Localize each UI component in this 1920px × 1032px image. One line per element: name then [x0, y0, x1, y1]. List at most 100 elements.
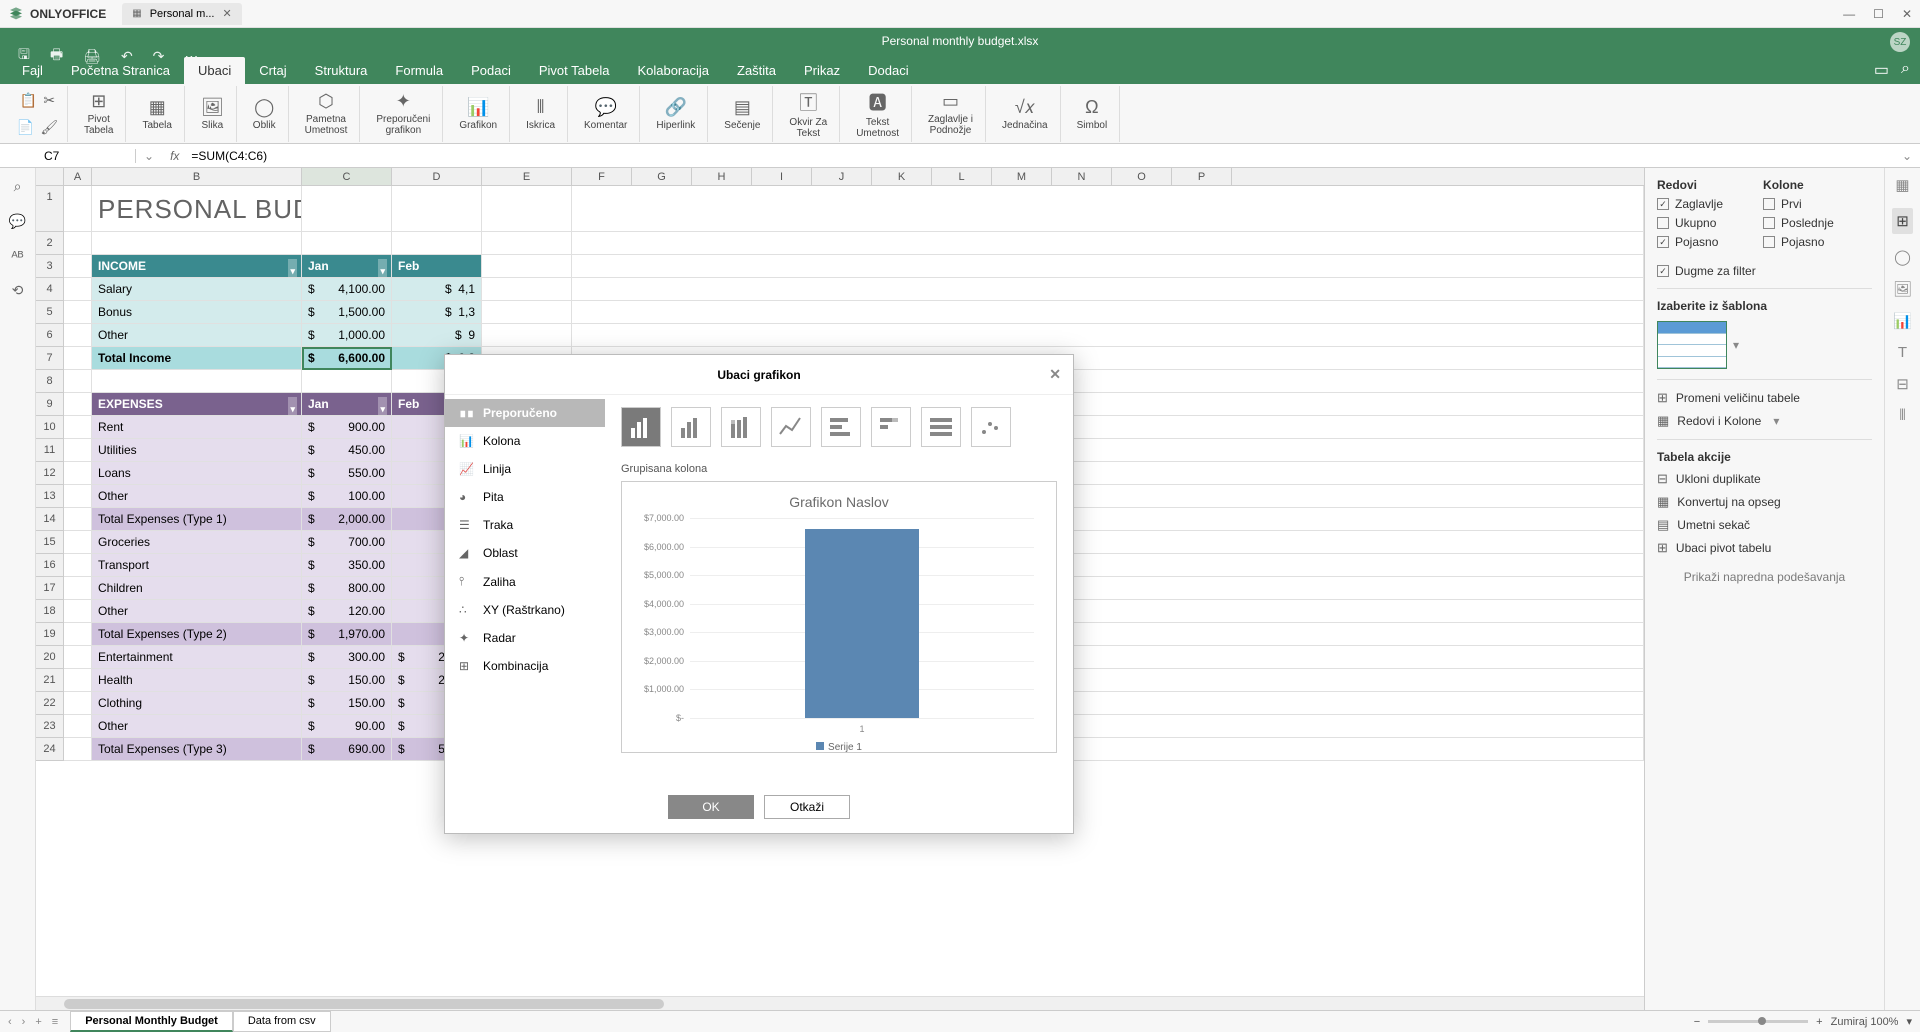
document-tab[interactable]: ▦ Personal m... ✕	[122, 3, 241, 25]
textart-button[interactable]: 🅰Tekst Umetnost	[844, 86, 912, 142]
slicer-settings-icon[interactable]: ⫴	[1899, 407, 1905, 424]
col-O[interactable]: O	[1112, 168, 1172, 185]
textbox-button[interactable]: 🅃Okvir Za Tekst	[777, 86, 840, 142]
row-5[interactable]: 5 Bonus$1,500.00$ 1,3	[36, 301, 1644, 324]
equation-button[interactable]: √𝑥Jednačina	[990, 86, 1061, 142]
name-box[interactable]: C7	[36, 149, 136, 163]
cat-recommended[interactable]: ∎∎Preporučeno	[445, 399, 605, 427]
sheet-tab-2[interactable]: Data from csv	[233, 1011, 331, 1032]
spellcheck-icon[interactable]: ᴬᴮ	[11, 248, 23, 264]
col-B[interactable]: B	[92, 168, 302, 185]
horizontal-scrollbar[interactable]	[36, 996, 1644, 1010]
col-H[interactable]: H	[692, 168, 752, 185]
ok-button[interactable]: OK	[668, 795, 754, 819]
comments-icon[interactable]: 💬	[9, 213, 26, 230]
col-J[interactable]: J	[812, 168, 872, 185]
symbol-button[interactable]: ΩSimbol	[1065, 86, 1121, 142]
close-dialog-icon[interactable]: ✕	[1049, 366, 1061, 383]
chk-ukupno[interactable]: Ukupno	[1657, 216, 1723, 230]
shape-settings-icon[interactable]: ◯	[1894, 248, 1911, 266]
ct-hstacked100[interactable]	[921, 407, 961, 447]
rows-cols-action[interactable]: ▦Redovi i Kolone▾	[1657, 413, 1872, 429]
cat-scatter[interactable]: ∴XY (Raštrkano)	[445, 596, 605, 624]
feedback-icon[interactable]: ⟲	[12, 282, 24, 299]
row-1[interactable]: 1 PERSONAL BUDGET	[36, 186, 1644, 232]
close-tab-icon[interactable]: ✕	[223, 7, 232, 20]
tab-ubaci[interactable]: Ubaci	[184, 57, 245, 84]
maximize-icon[interactable]: ☐	[1873, 7, 1884, 21]
col-P[interactable]: P	[1172, 168, 1232, 185]
smartart-button[interactable]: ⬡Pametna Umetnost	[293, 86, 361, 142]
ct-line[interactable]	[771, 407, 811, 447]
chk-prvi[interactable]: Prvi	[1763, 197, 1834, 211]
recommended-chart-button[interactable]: ✦Preporučeni grafikon	[364, 86, 443, 142]
col-M[interactable]: M	[992, 168, 1052, 185]
chart-settings-icon[interactable]: 📊	[1893, 312, 1912, 330]
chk-filter[interactable]: ✓Dugme za filter	[1657, 264, 1872, 278]
col-F[interactable]: F	[572, 168, 632, 185]
sheet-list-icon[interactable]: ≡	[52, 1016, 58, 1028]
chk-poslednje[interactable]: Poslednje	[1763, 216, 1834, 230]
row-2[interactable]: 2	[36, 232, 1644, 255]
tab-prikaz[interactable]: Prikaz	[790, 57, 854, 84]
col-C[interactable]: C	[302, 168, 392, 185]
row-6[interactable]: 6 Other$1,000.00$ 9	[36, 324, 1644, 347]
cat-combo[interactable]: ⊞Kombinacija	[445, 652, 605, 680]
cat-bar[interactable]: ☰Traka	[445, 511, 605, 539]
hyperlink-button[interactable]: 🔗Hiperlink	[644, 86, 708, 142]
zoom-label[interactable]: Zumiraj 100%	[1831, 1016, 1899, 1028]
tab-dodaci[interactable]: Dodaci	[854, 57, 922, 84]
col-K[interactable]: K	[872, 168, 932, 185]
formula-expand-icon[interactable]: ⌄	[1894, 149, 1920, 163]
cat-column[interactable]: 📊Kolona	[445, 427, 605, 455]
search-icon[interactable]: ⌕	[1901, 60, 1910, 80]
convert-range-action[interactable]: ▦Konvertuj na opseg	[1657, 494, 1872, 510]
sparkline-button[interactable]: ⫴Iskrica	[514, 86, 568, 142]
zoom-slider[interactable]	[1708, 1020, 1808, 1023]
formula-input[interactable]: =SUM(C4:C6)	[187, 149, 1894, 163]
chart-button[interactable]: 📊Grafikon	[447, 86, 510, 142]
ct-stacked[interactable]	[721, 407, 761, 447]
close-window-icon[interactable]: ✕	[1902, 7, 1912, 21]
tab-crtaj[interactable]: Crtaj	[245, 57, 300, 84]
oblik-button[interactable]: ◯Oblik	[241, 86, 289, 142]
zoom-out-icon[interactable]: −	[1694, 1016, 1700, 1028]
open-location-icon[interactable]: ▭	[1874, 60, 1889, 80]
col-A[interactable]: A	[64, 168, 92, 185]
fx-label[interactable]: fx	[162, 149, 187, 163]
pivot-settings-icon[interactable]: ⊟	[1896, 375, 1909, 393]
zoom-dropdown-icon[interactable]: ▾	[1906, 1015, 1912, 1028]
minimize-icon[interactable]: —	[1843, 7, 1855, 21]
next-sheet-icon[interactable]: ›	[22, 1016, 26, 1028]
template-dropdown-icon[interactable]: ▾	[1733, 338, 1739, 352]
insert-pivot-action[interactable]: ⊞Ubaci pivot tabelu	[1657, 540, 1872, 556]
namebox-dropdown-icon[interactable]: ⌄	[136, 149, 162, 163]
advanced-link[interactable]: Prikaži napredna podešavanja	[1657, 570, 1872, 584]
ct-hstacked[interactable]	[871, 407, 911, 447]
copy-icon[interactable]: 📋	[20, 92, 37, 109]
ct-scatter[interactable]	[971, 407, 1011, 447]
col-G[interactable]: G	[632, 168, 692, 185]
ct-bar[interactable]	[671, 407, 711, 447]
sheet-tab-1[interactable]: Personal Monthly Budget	[70, 1011, 233, 1032]
remove-dup-action[interactable]: ⊟Ukloni duplikate	[1657, 471, 1872, 487]
table-tab-icon[interactable]: ⊞	[1892, 208, 1913, 234]
tab-struktura[interactable]: Struktura	[301, 57, 382, 84]
tab-kolab[interactable]: Kolaboracija	[623, 57, 723, 84]
cat-stock[interactable]: ⫯Zaliha	[445, 567, 605, 596]
format-painter-icon[interactable]: 🖌	[40, 119, 58, 136]
pivot-button[interactable]: ⊞Pivot Tabela	[72, 86, 126, 142]
cancel-button[interactable]: Otkaži	[764, 795, 850, 819]
prev-sheet-icon[interactable]: ‹	[8, 1016, 12, 1028]
chk-pojasno2[interactable]: Pojasno	[1763, 235, 1834, 249]
col-N[interactable]: N	[1052, 168, 1112, 185]
table-settings-icon[interactable]: ▦	[1895, 176, 1909, 194]
zoom-in-icon[interactable]: +	[1816, 1016, 1822, 1028]
paste-icon[interactable]: 📄	[17, 119, 34, 136]
cat-area[interactable]: ◢Oblast	[445, 539, 605, 567]
cat-pie[interactable]: ◕Pita	[445, 483, 605, 511]
row-4[interactable]: 4 Salary$4,100.00$ 4,1	[36, 278, 1644, 301]
slicer-button[interactable]: ▤Sečenje	[712, 86, 773, 142]
resize-table-action[interactable]: ⊞Promeni veličinu tabele	[1657, 390, 1872, 406]
image-settings-icon[interactable]: 🖼	[1893, 280, 1912, 298]
